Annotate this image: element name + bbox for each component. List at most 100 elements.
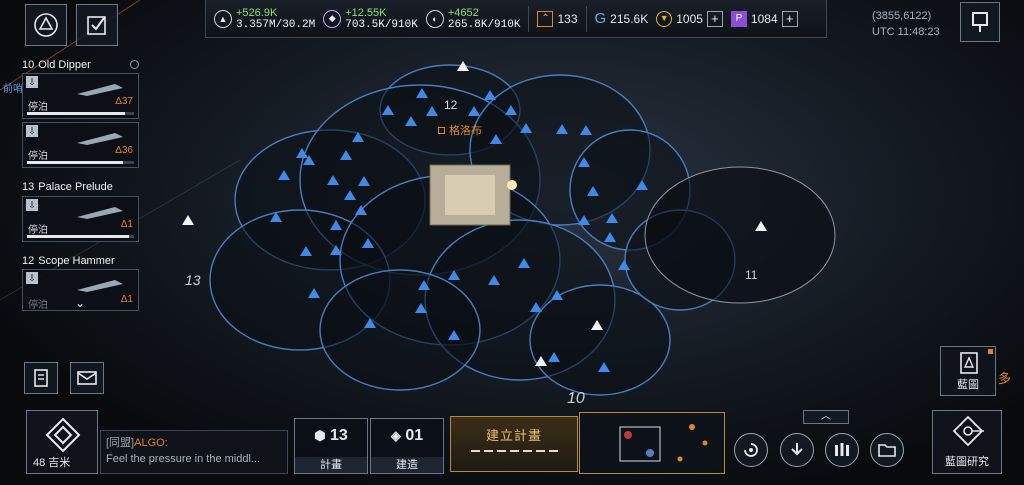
fleet-marker-icon[interactable] [418, 280, 430, 290]
fleet-marker-icon[interactable] [505, 105, 517, 115]
credits-icon: G [594, 10, 607, 27]
fleet-marker-icon[interactable] [364, 318, 376, 328]
builds-button[interactable]: ◈ 01 建造 [370, 418, 444, 474]
minimap[interactable] [579, 412, 725, 474]
fleet-header[interactable]: 10 Old Dipper [22, 57, 139, 72]
fleet-marker-icon[interactable] [278, 170, 290, 180]
fleet-marker-icon[interactable] [448, 270, 460, 280]
fleet-marker-icon[interactable] [405, 116, 417, 126]
blueprint-button[interactable]: 藍圖 [940, 346, 996, 396]
fleet-marker-icon[interactable] [344, 190, 356, 200]
expand-toolbar-button[interactable]: ︿ [803, 410, 849, 424]
fleet-marker-icon[interactable] [488, 275, 500, 285]
station-marker-icon[interactable] [182, 215, 194, 225]
minimap-canvas[interactable] [580, 413, 726, 475]
alliance-button[interactable] [825, 433, 859, 467]
fleet-marker-icon[interactable] [606, 213, 618, 223]
fleet-marker-icon[interactable] [587, 186, 599, 196]
plans-button[interactable]: ⬢ 13 計畫 [294, 418, 368, 474]
credits-chip[interactable]: G 215.6K [595, 10, 649, 27]
fleet-card[interactable]: ⇩ 停泊 Δ1 [22, 196, 139, 242]
fleet-marker-icon[interactable] [578, 157, 590, 167]
nav-button[interactable] [25, 4, 67, 46]
base-diamond-icon [45, 417, 81, 453]
fleet-marker-icon[interactable] [330, 220, 342, 230]
map-pin-button[interactable] [960, 2, 1000, 42]
fleet-marker-icon[interactable] [490, 134, 502, 144]
fleet-marker-icon[interactable] [355, 205, 367, 215]
fleet-marker-icon[interactable] [303, 155, 315, 165]
fleet-marker-icon[interactable] [330, 245, 342, 255]
expand-chevron-icon[interactable]: ⌄ [75, 296, 85, 310]
fleet-marker-icon[interactable] [578, 215, 590, 225]
fleet-marker-icon[interactable] [300, 246, 312, 256]
game-map[interactable]: 格洛布 12 13 11 10 [0, 0, 1024, 485]
fleet-marker-icon[interactable] [520, 123, 532, 133]
inventory-button[interactable] [870, 433, 904, 467]
fleet-marker-icon[interactable] [352, 132, 364, 142]
fleet-marker-icon[interactable] [548, 352, 560, 362]
station-label[interactable]: 格洛布 [438, 122, 482, 138]
mail-button[interactable] [70, 362, 104, 394]
chat-preview[interactable]: [同盟]ALGO: Feel the pressure in the middl… [100, 430, 288, 474]
fleet-marker-icon[interactable] [340, 150, 352, 160]
rank-chevron-icon: ⌃ [537, 10, 554, 27]
add-gold-button[interactable]: + [706, 10, 723, 27]
fleet-marker-icon[interactable] [327, 175, 339, 185]
position-text: (3855,6122) [872, 10, 932, 22]
fleet-marker-icon[interactable] [358, 176, 370, 186]
collect-button[interactable] [780, 433, 814, 467]
station-marker-icon[interactable] [755, 221, 767, 231]
fleet-marker-icon[interactable] [598, 362, 610, 372]
fleet-marker-icon[interactable] [618, 260, 630, 270]
fleet-toggle-icon[interactable] [130, 60, 139, 69]
fleet-marker-icon[interactable] [530, 302, 542, 312]
more-label[interactable]: 多 [998, 368, 1011, 387]
fleet-marker-icon[interactable] [636, 180, 648, 190]
station-marker-icon[interactable] [457, 61, 469, 71]
fleet-marker-icon[interactable] [416, 88, 428, 98]
fleet-marker-icon[interactable] [270, 212, 282, 222]
blueprint-research-button[interactable]: 藍圖研究 [932, 410, 1002, 474]
fleet-marker-icon[interactable] [448, 330, 460, 340]
resource-triangle[interactable]: ▲ +526.9K 3.357M/30.2M [214, 7, 315, 31]
fleet-marker-icon[interactable] [484, 90, 496, 100]
fleet-marker-icon[interactable] [362, 238, 374, 248]
plans-icon: ⬢ [314, 428, 326, 443]
station-marker-icon[interactable] [535, 356, 547, 366]
fleet-card[interactable]: ⇩ 停泊 Δ36 [22, 122, 139, 168]
dock-icon: ⇩ [26, 199, 38, 211]
base-button[interactable]: 48 吉米 [26, 410, 98, 474]
fleet-name: Scope Hammer [38, 254, 115, 267]
fleet-marker-icon[interactable] [604, 232, 616, 242]
fleet-marker-icon[interactable] [308, 288, 320, 298]
resource-moon[interactable]: ◐ +4652 265.8K/910K [425, 7, 520, 31]
rank-chip[interactable]: ⌃ 133 [537, 10, 578, 27]
tasks-button[interactable] [76, 4, 118, 46]
fleet-card[interactable]: ⇩ 停泊 Δ1 ⌄ [22, 269, 139, 311]
resource-crystal[interactable]: ◆ +12.55K 703.5K/910K [323, 7, 418, 31]
fleet-marker-icon[interactable] [415, 303, 427, 313]
fleet-marker-icon[interactable] [556, 124, 568, 134]
fleet-name: Palace Prelude [38, 180, 113, 193]
gold-value: 1005 [676, 11, 703, 26]
build-plan-label: 建立計畫 [485, 428, 542, 443]
fleet-marker-icon[interactable] [518, 258, 530, 268]
premium-chip[interactable]: P 1084 + [730, 10, 798, 27]
fleet-header[interactable]: 13 Palace Prelude [22, 179, 139, 194]
fleet-marker-icon[interactable] [382, 105, 394, 115]
fleet-marker-icon[interactable] [426, 106, 438, 116]
map-canvas[interactable] [0, 0, 1024, 485]
reports-button[interactable] [24, 362, 58, 394]
galaxy-button[interactable] [734, 433, 768, 467]
fleet-marker-icon[interactable] [551, 290, 563, 300]
fleet-header[interactable]: 12 Scope Hammer [22, 253, 139, 268]
fleet-marker-icon[interactable] [580, 125, 592, 135]
gold-chip[interactable]: ▼ 1005 + [656, 10, 723, 27]
build-plan-button[interactable]: 建立計畫 [450, 416, 578, 472]
fleet-marker-icon[interactable] [468, 106, 480, 116]
fleet-card[interactable]: ⇩ 停泊 Δ37 [22, 73, 139, 119]
add-premium-button[interactable]: + [781, 10, 798, 27]
premium-currency-icon: P [730, 10, 747, 27]
station-marker-icon[interactable] [591, 320, 603, 330]
